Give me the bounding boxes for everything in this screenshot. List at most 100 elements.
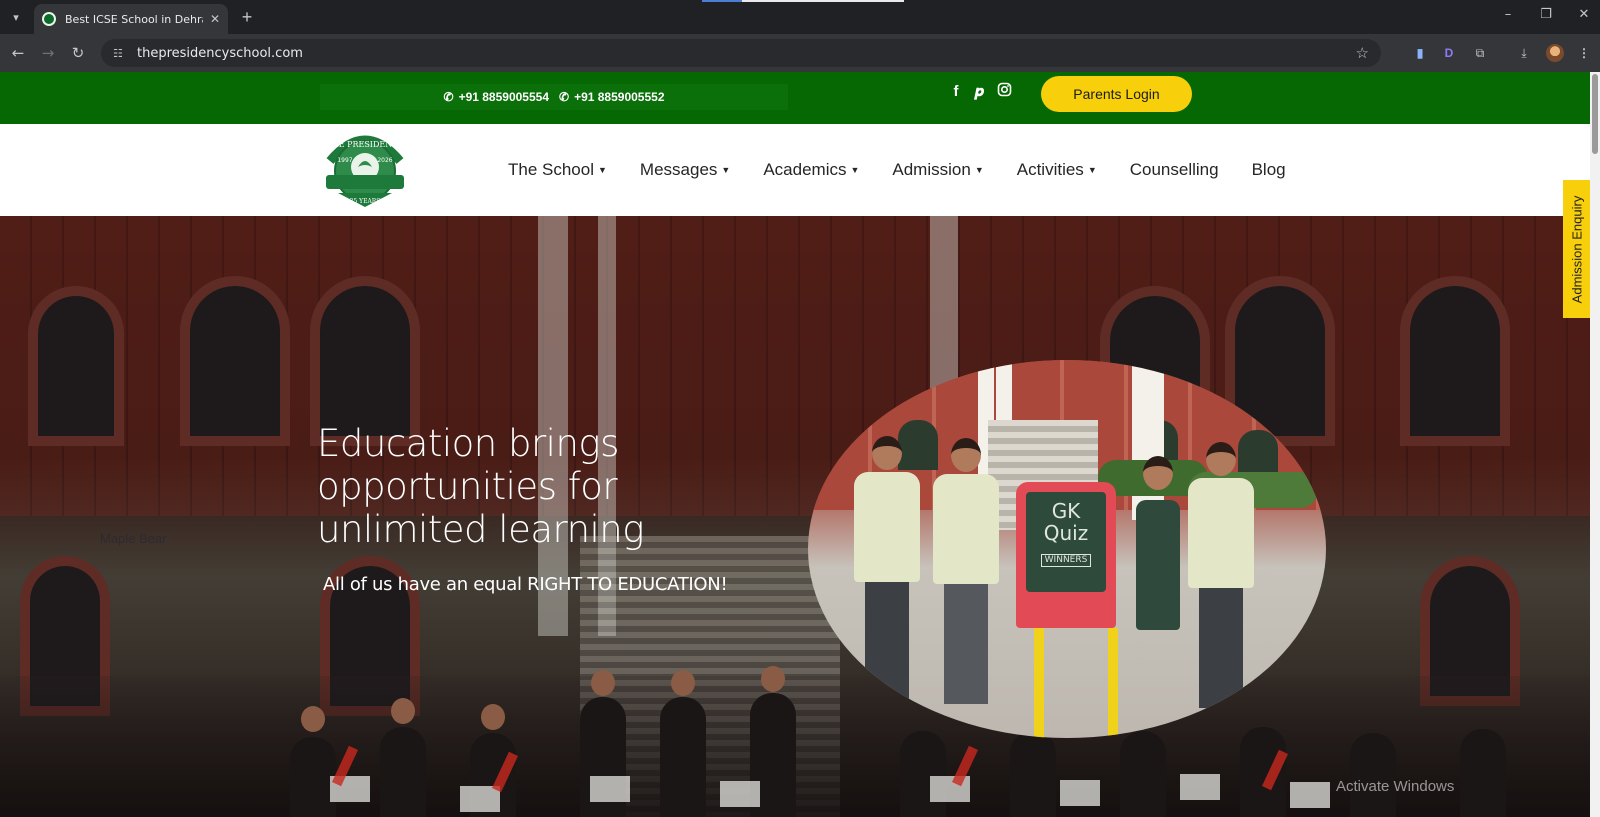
browser-toolbar: ← → ↻ ☷ thepresidencyschool.com ☆ ▮ D ⧉ … (0, 34, 1600, 72)
admission-enquiry-label: Admission Enquiry (1569, 195, 1584, 303)
photo-pillar (1132, 360, 1148, 520)
menu-label: Messages (639, 160, 718, 179)
school-logo[interactable]: THE PRESIDENCY 1997 2026 25 YEARS (318, 127, 412, 213)
page-scrollbar[interactable] (1590, 72, 1600, 817)
menu-the-school[interactable]: The School ▼ (508, 160, 607, 180)
menu-activities[interactable]: Activities ▼ (1017, 160, 1097, 180)
student-figure (900, 731, 946, 817)
scrollbar-thumb[interactable] (1592, 74, 1598, 154)
certificate (590, 776, 630, 802)
browser-menu-icon[interactable]: ⋮ (1578, 44, 1590, 62)
board-leg (1034, 628, 1044, 738)
admission-enquiry-tab[interactable]: Admission Enquiry (1563, 180, 1590, 318)
certificate (1180, 774, 1220, 800)
forward-arrow-icon[interactable]: → (38, 43, 58, 63)
menu-label: Blog (1251, 160, 1286, 179)
menu-admission[interactable]: Admission ▼ (892, 160, 983, 180)
menu-label: Admission (892, 160, 971, 179)
facebook-icon[interactable]: f (947, 83, 965, 100)
student-figure (1460, 729, 1506, 817)
browser-tab-strip: ▾ Best ICSE School in Dehradun ✕ + – ❐ ✕ (0, 0, 1600, 34)
menu-counselling[interactable]: Counselling (1130, 160, 1219, 180)
arch-window (28, 286, 124, 446)
tab-indicator (702, 0, 742, 2)
caret-down-icon: ▼ (850, 165, 860, 175)
url-text[interactable]: thepresidencyschool.com (137, 46, 303, 61)
menu-academics[interactable]: Academics ▼ (763, 160, 859, 180)
pinterest-icon[interactable]: 𝒑 (970, 83, 988, 100)
menu-label: The School (508, 160, 594, 179)
hero-heading: Education brings opportunities for unlim… (317, 422, 644, 551)
student-figure (761, 666, 785, 692)
menu-blog[interactable]: Blog (1252, 160, 1286, 180)
student-figure (1010, 731, 1056, 817)
tab-indicator-secondary (742, 0, 904, 2)
phone-icon: ✆ (559, 90, 570, 104)
photo-pillar (1148, 360, 1164, 520)
back-arrow-icon[interactable]: ← (8, 43, 28, 63)
caret-down-icon: ▼ (598, 165, 607, 175)
tab-search-chevron-icon[interactable]: ▾ (6, 7, 26, 27)
address-bar[interactable]: ☷ thepresidencyschool.com ☆ (101, 39, 1381, 67)
menu-label: Academics (763, 160, 847, 179)
new-tab-button[interactable]: + (236, 6, 258, 28)
instagram-icon[interactable] (995, 82, 1013, 101)
minimize-button[interactable]: – (1498, 7, 1518, 22)
site-info-icon[interactable]: ☷ (113, 47, 127, 60)
phone-number: +91 8859005554 (458, 90, 549, 104)
phone-link-1[interactable]: ✆ +91 8859005554 (444, 90, 550, 104)
close-window-button[interactable]: ✕ (1574, 7, 1594, 22)
arch-window (310, 276, 420, 446)
reload-icon[interactable]: ↻ (68, 43, 88, 63)
caret-down-icon: ▼ (721, 165, 731, 175)
gk-quiz-board: GK Quiz WINNERS (1016, 482, 1116, 628)
student-boy-2 (933, 438, 999, 704)
logo-years-text: 25 YEARS (350, 198, 381, 205)
board-leg (1108, 628, 1118, 738)
student-boy-3 (1188, 442, 1254, 708)
parents-login-button[interactable]: Parents Login (1041, 76, 1192, 112)
board-text-gk: GK (1051, 499, 1081, 523)
hero-subheading: All of us have an equal RIGHT TO EDUCATI… (323, 574, 728, 595)
tab-title: Best ICSE School in Dehradun (65, 12, 203, 26)
board-chalkboard: GK Quiz WINNERS (1026, 492, 1106, 592)
web-page: ✆ +91 8859005554 ✆ +91 8859005552 f 𝒑 Pa… (0, 72, 1600, 817)
phone-strip: ✆ +91 8859005554 ✆ +91 8859005552 (320, 84, 788, 110)
certificate (1290, 782, 1330, 808)
student-figure (391, 698, 415, 724)
background-sign: Maple Bear (100, 531, 167, 546)
phone-link-2[interactable]: ✆ +91 8859005552 (559, 90, 665, 104)
main-menu: The School ▼ Messages ▼ Academics ▼ Admissi… (508, 124, 1319, 216)
site-favicon-icon (42, 12, 56, 26)
extension-doc-icon[interactable]: ▮ (1411, 44, 1429, 62)
board-text-winners: WINNERS (1040, 554, 1092, 567)
caret-down-icon: ▼ (974, 165, 984, 175)
download-icon[interactable]: ⤓ (1515, 44, 1533, 62)
student-girl (1133, 456, 1183, 490)
certificate (460, 786, 500, 812)
arch-window (180, 276, 290, 446)
student-figure (591, 670, 615, 696)
student-figure (1350, 733, 1396, 817)
student-figure (380, 727, 426, 817)
phone-icon: ✆ (443, 90, 454, 104)
logo-start-year: 1997 (337, 157, 352, 164)
close-icon[interactable]: ✕ (210, 12, 220, 26)
students-crowd (0, 666, 1590, 817)
bookmark-star-icon[interactable]: ☆ (1356, 44, 1369, 62)
student-figure (671, 670, 695, 696)
activate-windows-watermark: Activate Windows (1336, 778, 1455, 795)
student-figure (481, 704, 505, 730)
caret-down-icon: ▼ (1087, 165, 1097, 175)
profile-avatar[interactable] (1546, 44, 1564, 62)
hero-photo-quiz-winners: GK Quiz WINNERS (808, 360, 1326, 738)
hero-banner: Maple Bear Education brings opportunitie… (0, 216, 1590, 817)
extensions-puzzle-icon[interactable]: ⧉ (1471, 44, 1489, 62)
student-figure (660, 697, 706, 817)
menu-label: Activities (1016, 160, 1084, 179)
browser-tab[interactable]: Best ICSE School in Dehradun ✕ (34, 4, 228, 34)
menu-messages[interactable]: Messages ▼ (640, 160, 730, 180)
restore-button[interactable]: ❐ (1536, 7, 1556, 22)
student-figure (301, 706, 325, 732)
extension-d-icon[interactable]: D (1440, 44, 1458, 62)
